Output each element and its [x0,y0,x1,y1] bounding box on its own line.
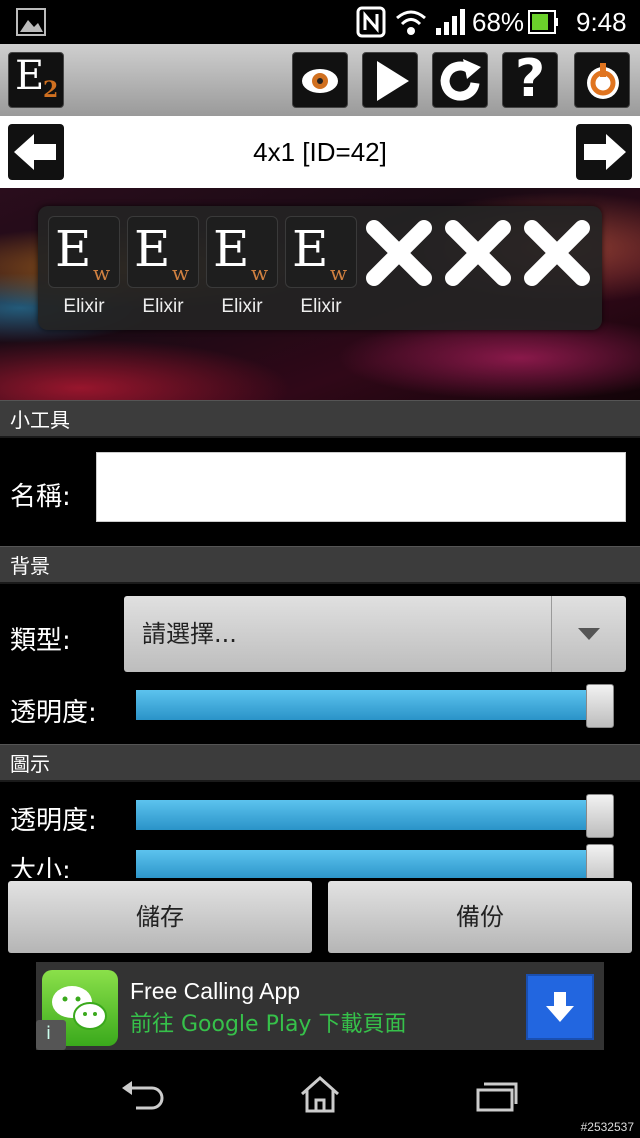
image-notification-icon [16,8,46,36]
power-button[interactable] [574,52,630,108]
dropdown-arrow-icon [578,628,600,640]
refresh-icon [440,59,481,101]
arrow-left-icon [14,134,56,170]
slot-label: Elixir [63,296,105,317]
wifi-icon [396,10,426,35]
elixir-app-icon: E w [206,216,278,288]
icon-opacity-label: 透明度: [10,806,97,836]
refresh-button[interactable] [432,52,488,108]
type-dropdown[interactable]: 請選擇... [124,596,626,672]
widget-slot[interactable]: E w Elixir [48,216,120,326]
slot-label: Elixir [300,296,342,317]
section-header-background: 背景 [0,546,640,584]
elixir-app-icon: E w [285,216,357,288]
preview-button[interactable] [292,52,348,108]
home-icon[interactable] [298,1074,342,1114]
ad-subtitle: 前往 Google Play 下載頁面 [130,1012,407,1037]
ad-title: Free Calling App [130,978,301,1004]
widget-preview-box: E w Elixir E w Elixir E w Elixir E w Eli… [38,206,602,330]
watermark: #2532537 [580,1120,634,1134]
widget-preview: E w Elixir E w Elixir E w Elixir E w Eli… [0,188,640,400]
nfc-icon [356,6,386,38]
slot-label: Elixir [221,296,263,317]
empty-slot-x-icon[interactable] [443,218,513,288]
slider-fill [136,690,600,720]
slider-fill [136,850,600,880]
ad-download-button[interactable] [526,974,594,1040]
name-label: 名稱: [10,482,71,512]
action-bar: 儲存 備份 [0,878,640,958]
slider-thumb[interactable] [586,684,614,728]
section-header-widget: 小工具 [0,400,640,438]
widget-title-row: 4x1 [ID=42] [0,116,640,188]
eye-icon [302,69,338,93]
download-arrow-icon [546,992,574,1022]
widget-slot[interactable]: E w Elixir [127,216,199,326]
play-button[interactable] [362,52,418,108]
clock: 9:48 [576,7,627,37]
slider-thumb[interactable] [586,794,614,838]
back-icon[interactable] [118,1078,166,1114]
ad-info-icon[interactable]: i [36,1020,66,1050]
elixir-app-icon: E w [127,216,199,288]
slot-label: Elixir [142,296,184,317]
system-nav-bar: #2532537 [0,1052,640,1138]
backup-button[interactable]: 備份 [328,881,632,953]
signal-icon [436,9,465,35]
app-toolbar: E 2 ? [0,44,640,116]
help-button[interactable]: ? [502,49,558,109]
type-selected-value: 請選擇... [142,620,237,648]
bg-opacity-label: 透明度: [10,698,97,728]
empty-slot-x-icon[interactable] [364,218,434,288]
name-field[interactable] [96,452,626,522]
icon-opacity-slider[interactable] [136,794,614,838]
previous-button[interactable] [8,124,64,180]
next-button[interactable] [576,124,632,180]
battery-percent: 68% [472,7,525,37]
elixir-app-icon: E w [48,216,120,288]
save-button[interactable]: 儲存 [8,881,312,953]
bg-opacity-slider[interactable] [136,684,614,728]
recent-apps-icon[interactable] [474,1078,520,1114]
battery-icon [528,10,558,34]
power-icon [587,63,619,99]
widget-slot[interactable]: E w Elixir [206,216,278,326]
slider-fill [136,800,600,830]
section-header-icon: 圖示 [0,744,640,782]
page-title: 4x1 [ID=42] [253,137,387,167]
widget-slot[interactable]: E w Elixir [285,216,357,326]
type-label: 類型: [10,626,71,656]
play-icon [377,61,409,101]
empty-slot-x-icon[interactable] [522,218,592,288]
ad-banner[interactable]: i Free Calling App 前往 Google Play 下載頁面 [36,962,604,1050]
status-bar: 68% 9:48 [0,0,640,44]
app-logo[interactable]: E 2 [8,52,64,108]
arrow-right-icon [584,134,626,170]
help-icon: ? [515,49,546,109]
